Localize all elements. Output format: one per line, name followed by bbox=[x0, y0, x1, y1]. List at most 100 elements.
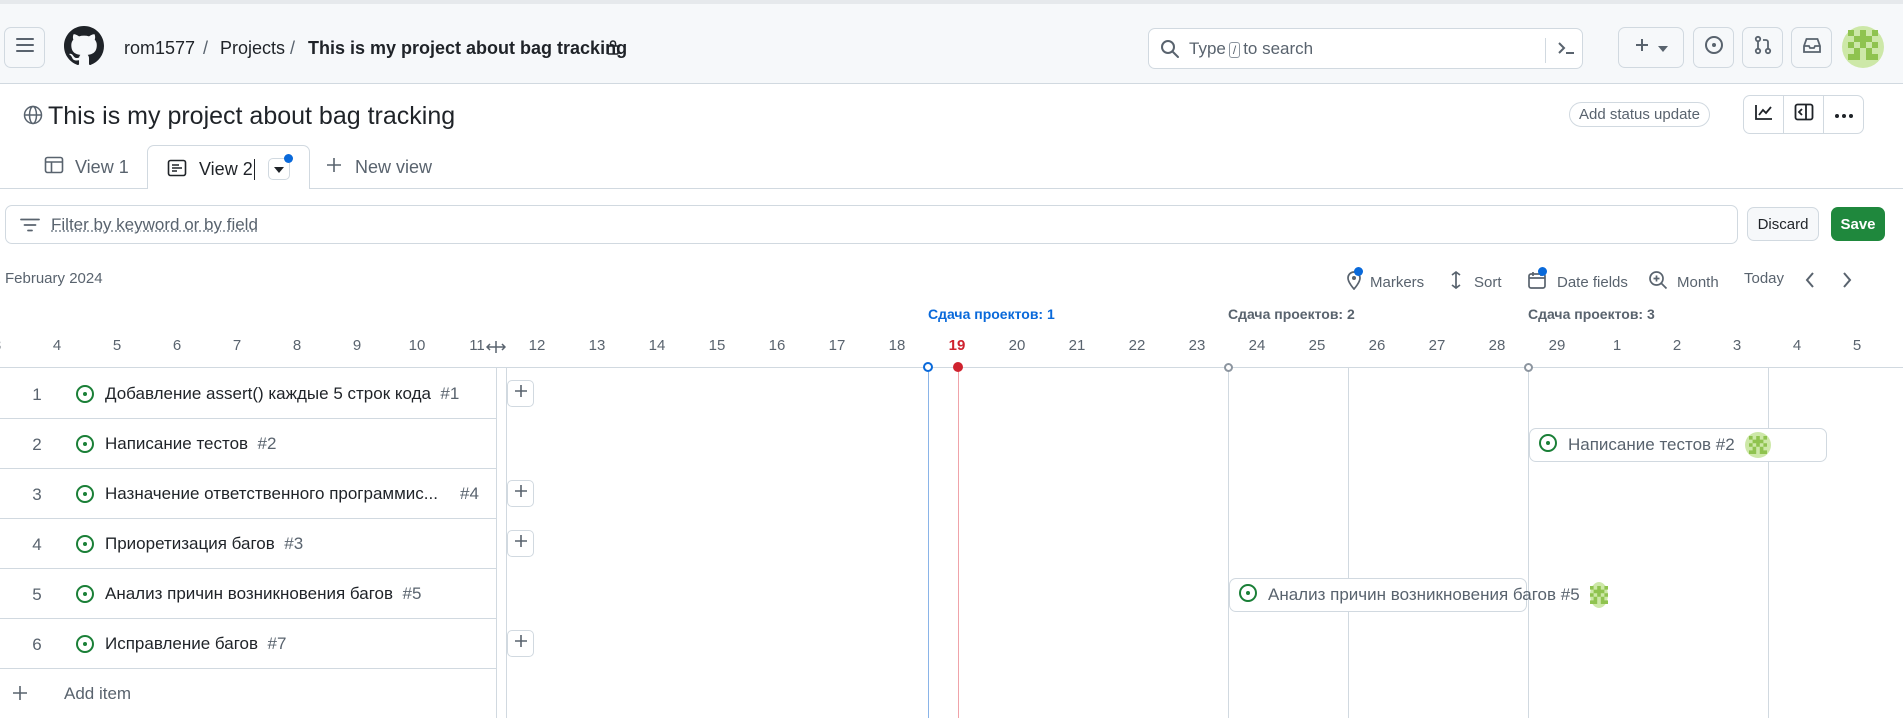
table-row[interactable]: 2 Написание тестов #2 bbox=[0, 419, 496, 469]
search-input[interactable]: Type / to search bbox=[1148, 28, 1583, 69]
breadcrumb-projects[interactable]: Projects bbox=[220, 38, 285, 59]
item-title[interactable]: Исправление багов #7 bbox=[105, 634, 286, 654]
timeline-day-label: 24 bbox=[1248, 337, 1266, 354]
breadcrumb-project[interactable]: This is my project about bag tracking bbox=[308, 38, 627, 59]
tab-view-2[interactable]: View 2 bbox=[147, 145, 310, 189]
item-title-text[interactable]: Написание тестов bbox=[105, 434, 248, 453]
pull-requests-button[interactable] bbox=[1742, 27, 1783, 68]
marker-label[interactable]: Сдача проектов: 1 bbox=[928, 306, 1055, 322]
plus-icon bbox=[326, 157, 342, 178]
zoom-level-button[interactable]: Month bbox=[1648, 270, 1719, 294]
table-resize-divider[interactable] bbox=[496, 368, 507, 718]
timeline-day-label: 5 bbox=[1852, 337, 1862, 354]
timeline-day-label: 29 bbox=[1548, 337, 1566, 354]
marker-line bbox=[928, 367, 929, 718]
timeline-day-label: 18 bbox=[888, 337, 906, 354]
marker-indicator-dot bbox=[1354, 267, 1363, 276]
triangle-down-icon bbox=[274, 160, 284, 178]
github-logo-icon[interactable] bbox=[64, 26, 104, 71]
inbox-button[interactable] bbox=[1791, 27, 1832, 68]
timeline-day-label: 4 bbox=[1792, 337, 1802, 354]
marker-label[interactable]: Сдача проектов: 2 bbox=[1228, 306, 1355, 322]
week-grid-line bbox=[1348, 367, 1349, 718]
today-button[interactable]: Today bbox=[1744, 270, 1784, 287]
new-view-button[interactable]: New view bbox=[326, 145, 432, 189]
lock-icon bbox=[606, 39, 620, 60]
marker-label[interactable]: Сдача проектов: 3 bbox=[1528, 306, 1655, 322]
sort-label: Sort bbox=[1474, 273, 1502, 291]
markers-label: Markers bbox=[1370, 273, 1425, 291]
add-date-button[interactable] bbox=[507, 630, 534, 657]
add-date-button[interactable] bbox=[507, 380, 534, 407]
plus-icon bbox=[514, 384, 528, 403]
identicon-icon bbox=[1848, 29, 1878, 65]
item-title-text[interactable]: Добавление assert() каждые 5 строк кода bbox=[105, 384, 431, 403]
issue-opened-icon bbox=[1238, 583, 1258, 608]
timeline-day-label: 20 bbox=[1008, 337, 1026, 354]
add-status-update-button[interactable]: Add status update bbox=[1569, 102, 1710, 127]
item-title-text[interactable]: Исправление багов bbox=[105, 634, 258, 653]
resize-handle-icon[interactable] bbox=[485, 340, 507, 359]
add-item-label: Add item bbox=[64, 684, 132, 703]
hamburger-icon bbox=[15, 38, 34, 57]
table-row[interactable]: 4 Приоретизация багов #3 bbox=[0, 519, 496, 569]
timeline-day-label: 21 bbox=[1068, 337, 1086, 354]
date-fields-button[interactable]: Date fields bbox=[1527, 267, 1628, 294]
item-number: #4 bbox=[460, 484, 479, 503]
item-title[interactable]: Добавление assert() каждые 5 строк кода … bbox=[105, 384, 459, 404]
issue-opened-icon bbox=[75, 384, 95, 404]
command-palette-icon[interactable] bbox=[1545, 38, 1576, 63]
filter-input[interactable]: Filter by keyword or by field bbox=[5, 205, 1738, 244]
add-date-button[interactable] bbox=[507, 530, 534, 557]
issues-button[interactable] bbox=[1693, 27, 1734, 68]
create-new-button[interactable] bbox=[1618, 27, 1684, 68]
breadcrumb-owner[interactable]: rom1577 bbox=[124, 38, 195, 59]
timeline-day-label: 7 bbox=[232, 337, 242, 354]
table-row[interactable]: 1 Добавление assert() каждые 5 строк кода… bbox=[0, 369, 496, 419]
side-panel-button[interactable] bbox=[1783, 95, 1824, 134]
timeline-day-label: 3 bbox=[0, 337, 17, 354]
item-number: #5 bbox=[402, 584, 422, 603]
more-options-button[interactable] bbox=[1823, 95, 1864, 134]
table-row[interactable]: 5 Анализ причин возникновения багов #5 bbox=[0, 569, 496, 619]
save-button[interactable]: Save bbox=[1831, 207, 1885, 241]
table-row[interactable]: 3 Назначение ответственного программис...… bbox=[0, 469, 496, 519]
item-title-text[interactable]: Назначение ответственного программис... bbox=[105, 484, 438, 503]
add-item-row[interactable]: Add item bbox=[0, 669, 496, 718]
date-fields-label: Date fields bbox=[1557, 273, 1628, 291]
insights-button[interactable] bbox=[1743, 95, 1784, 134]
item-title[interactable]: Приоретизация багов #3 bbox=[105, 534, 303, 554]
roadmap-icon bbox=[167, 159, 187, 182]
triangle-down-icon bbox=[1658, 39, 1668, 57]
item-number: #3 bbox=[284, 534, 304, 553]
item-title[interactable]: Написание тестов #2 bbox=[105, 434, 276, 454]
timeline-day-label: 17 bbox=[828, 337, 846, 354]
tab-label[interactable]: View 2 bbox=[199, 159, 255, 180]
timeline-day-label: 12 bbox=[528, 337, 546, 354]
roadmap-item-bar[interactable]: Анализ причин возникновения багов #5 bbox=[1229, 578, 1608, 612]
item-title-text[interactable]: Анализ причин возникновения багов bbox=[105, 584, 393, 603]
add-date-button[interactable] bbox=[507, 480, 534, 507]
tab-view-1[interactable]: View 1 bbox=[44, 145, 129, 189]
sort-button[interactable]: Sort bbox=[1449, 270, 1502, 294]
menu-button[interactable] bbox=[4, 27, 45, 68]
markers-button[interactable]: Markers bbox=[1346, 267, 1425, 294]
row-number: 5 bbox=[32, 585, 42, 604]
location-icon bbox=[1346, 267, 1363, 294]
item-title[interactable]: Анализ причин возникновения багов #5 bbox=[105, 584, 421, 604]
item-title[interactable]: Назначение ответственного программис... #… bbox=[105, 484, 479, 504]
chevron-right-icon[interactable] bbox=[1841, 271, 1853, 289]
roadmap-item-bar[interactable]: Написание тестов #2 bbox=[1529, 428, 1827, 462]
issue-opened-icon bbox=[75, 484, 95, 504]
timeline-day-label: 22 bbox=[1128, 337, 1146, 354]
calendar-icon bbox=[1527, 267, 1547, 294]
item-title-text[interactable]: Приоретизация багов bbox=[105, 534, 275, 553]
timeline-day-label: 26 bbox=[1368, 337, 1386, 354]
user-avatar[interactable] bbox=[1842, 26, 1884, 68]
plus-icon bbox=[12, 685, 28, 706]
new-view-label: New view bbox=[355, 156, 433, 177]
top-nav-bar: rom1577 / Projects / This is my project … bbox=[0, 0, 1903, 84]
chevron-left-icon[interactable] bbox=[1804, 271, 1816, 289]
table-row[interactable]: 6 Исправление багов #7 bbox=[0, 619, 496, 669]
discard-button[interactable]: Discard bbox=[1747, 207, 1819, 241]
